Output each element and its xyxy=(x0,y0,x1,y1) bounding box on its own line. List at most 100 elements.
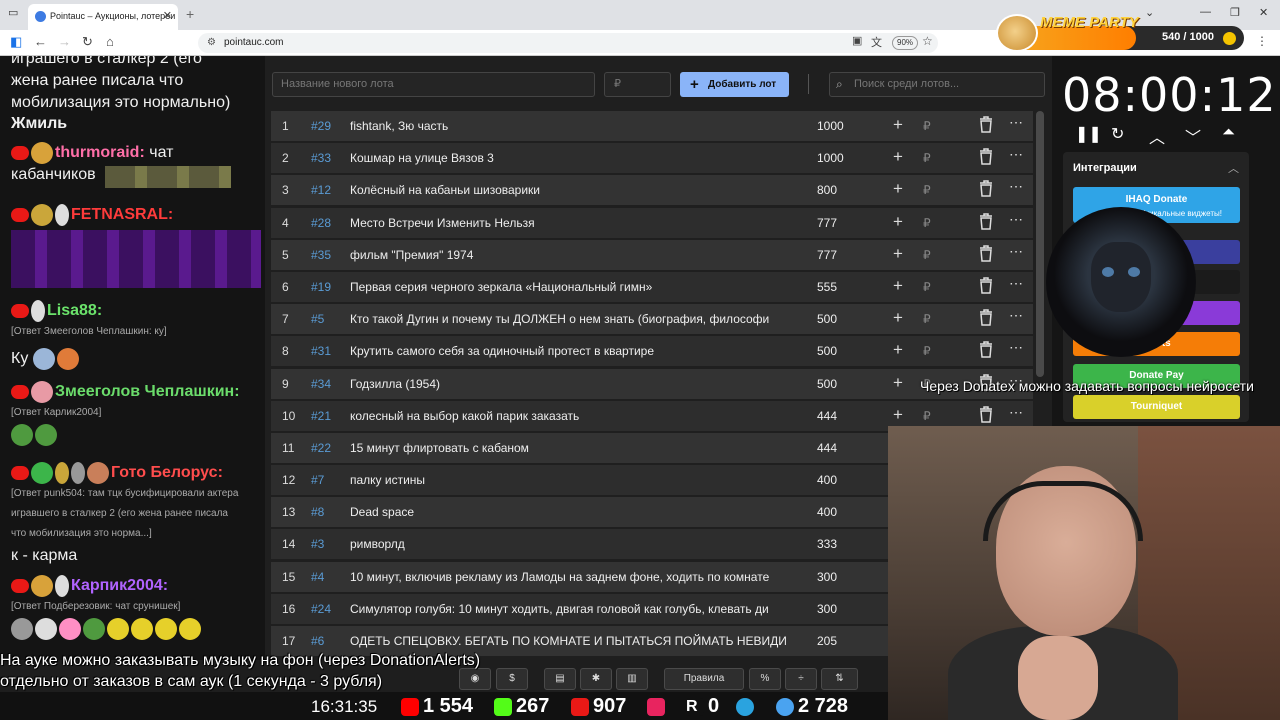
chat-nick[interactable]: thurmoraid: xyxy=(55,144,145,161)
zoom-level[interactable]: 90% xyxy=(892,36,919,50)
lot-name[interactable]: колесный на выбор какой парик заказать xyxy=(350,409,790,423)
translate-icon[interactable]: 文 xyxy=(871,34,882,50)
bug-icon[interactable]: ✱ xyxy=(580,668,612,690)
timer-up-icon[interactable]: ︿ xyxy=(1149,124,1165,148)
ruble-icon[interactable]: ₽ xyxy=(923,344,931,358)
lot-name[interactable]: ОДЕТЬ СПЕЦОВКУ. БЕГАТЬ ПО КОМНАТЕ И ПЫТА… xyxy=(350,634,790,648)
add-amount-icon[interactable]: + xyxy=(893,147,903,167)
back-icon[interactable]: ← xyxy=(34,34,47,49)
clear-list-icon[interactable]: ▥ xyxy=(616,668,648,690)
add-amount-icon[interactable]: + xyxy=(893,276,903,296)
lot-amount[interactable]: 300 xyxy=(817,602,837,616)
lot-id[interactable]: #28 xyxy=(311,216,331,230)
lot-search-input[interactable]: ⌕ Поиск среди лотов... xyxy=(829,72,1045,97)
more-options-icon[interactable]: ⋯ xyxy=(1009,211,1023,228)
pause-icon[interactable]: ❚❚ xyxy=(1075,124,1102,144)
lot-name[interactable]: Первая серия черного зеркала «Национальн… xyxy=(350,280,790,294)
close-window-icon[interactable]: ✕ xyxy=(1259,6,1268,19)
reload-icon[interactable]: ↻ xyxy=(82,34,93,50)
ruble-icon[interactable]: ₽ xyxy=(923,280,931,294)
split-icon[interactable]: ÷ xyxy=(785,668,817,690)
lot-row[interactable]: 6 #19 Первая серия черного зеркала «Национ… xyxy=(271,271,1033,302)
lot-id[interactable]: #4 xyxy=(311,570,324,584)
chat-nick[interactable]: Гото Белорус: xyxy=(111,464,223,481)
new-lot-input[interactable]: Название нового лота xyxy=(272,72,595,97)
donate-dollar-icon[interactable]: $ xyxy=(496,668,528,690)
add-amount-icon[interactable]: + xyxy=(893,179,903,199)
lot-name[interactable]: Место Встречи Изменить Нельзя xyxy=(350,216,790,230)
ruble-icon[interactable]: ₽ xyxy=(923,216,931,230)
lot-id[interactable]: #31 xyxy=(311,344,331,358)
lot-id[interactable]: #29 xyxy=(311,119,331,133)
sidebar-toggle-icon[interactable]: ◧ xyxy=(10,34,22,50)
lot-amount[interactable]: 777 xyxy=(817,248,837,262)
lot-name[interactable]: 15 минут флиртовать с кабаном xyxy=(350,441,790,455)
lot-amount[interactable]: 1000 xyxy=(817,119,844,133)
lot-id[interactable]: #24 xyxy=(311,602,331,616)
add-amount-icon[interactable]: + xyxy=(893,373,903,393)
more-options-icon[interactable]: ⋯ xyxy=(1009,307,1023,324)
lot-amount[interactable]: 800 xyxy=(817,183,837,197)
lot-name[interactable]: Кто такой Дугин и почему ты ДОЛЖЕН о нем… xyxy=(350,312,790,326)
add-amount-icon[interactable]: + xyxy=(893,212,903,232)
browser-tab[interactable]: Pointauc – Аукционы, лотереи ✕ xyxy=(28,4,178,30)
add-amount-icon[interactable]: + xyxy=(893,340,903,360)
delete-icon[interactable] xyxy=(978,245,994,263)
more-options-icon[interactable]: ⋯ xyxy=(1009,404,1023,421)
new-tab-icon[interactable]: + xyxy=(186,6,194,22)
lot-amount[interactable]: 400 xyxy=(817,505,837,519)
browser-menu-icon[interactable]: ⋮ xyxy=(1256,34,1268,48)
lot-amount[interactable]: 777 xyxy=(817,216,837,230)
lot-row[interactable]: 4 #28 Место Встречи Изменить Нельзя 777 + ₽ ⋯ xyxy=(271,207,1033,238)
add-amount-icon[interactable]: + xyxy=(893,308,903,328)
lot-row[interactable]: 8 #31 Крутить самого себя за одиночный про… xyxy=(271,336,1033,367)
lot-id[interactable]: #35 xyxy=(311,248,331,262)
lot-amount[interactable]: 400 xyxy=(817,473,837,487)
address-bar[interactable]: ⚙ pointauc.com xyxy=(198,33,938,53)
lot-name[interactable]: Крутить самого себя за одиночный протест… xyxy=(350,344,790,358)
bookmark-star-icon[interactable]: ☆ xyxy=(922,34,933,48)
lots-scrollbar[interactable] xyxy=(1036,111,1044,377)
save-icon[interactable]: ▤ xyxy=(544,668,576,690)
add-amount-icon[interactable]: + xyxy=(893,115,903,135)
timer-down-icon[interactable]: ﹀ xyxy=(1185,124,1201,148)
more-options-icon[interactable]: ⋯ xyxy=(1009,275,1023,292)
rules-button[interactable]: Правила xyxy=(664,668,744,690)
chat-nick[interactable]: FETNASRAL: xyxy=(71,206,173,223)
lot-name[interactable]: 10 минут, включив рекламу из Ламоды на з… xyxy=(350,570,790,584)
delete-icon[interactable] xyxy=(978,116,994,134)
more-options-icon[interactable]: ⋯ xyxy=(1009,146,1023,163)
lot-row[interactable]: 2 #33 Кошмар на улице Вязов 3 1000 + ₽ ⋯ xyxy=(271,143,1033,174)
lot-id[interactable]: #12 xyxy=(311,183,331,197)
lot-id[interactable]: #6 xyxy=(311,634,324,648)
reader-mode-icon[interactable]: ▣ xyxy=(852,34,862,47)
sort-icon[interactable]: ⇅ xyxy=(821,668,858,690)
lot-name[interactable]: fishtank, Зю часть xyxy=(350,119,790,133)
delete-icon[interactable] xyxy=(978,212,994,231)
lot-amount-input[interactable]: ₽ xyxy=(604,72,671,97)
delete-icon[interactable] xyxy=(978,405,994,424)
tab-menu-icon[interactable]: ▭ xyxy=(8,6,18,19)
add-amount-icon[interactable]: + xyxy=(893,244,903,264)
delete-icon[interactable] xyxy=(978,148,994,166)
lot-name[interactable]: Колёсный на кабаньи шизоварики xyxy=(350,183,790,197)
lot-amount[interactable]: 205 xyxy=(817,634,837,648)
reset-timer-icon[interactable]: ↻ xyxy=(1111,124,1124,144)
lot-id[interactable]: #8 xyxy=(311,505,324,519)
lot-id[interactable]: #3 xyxy=(311,537,324,551)
forward-icon[interactable]: → xyxy=(58,34,71,49)
lot-id[interactable]: #19 xyxy=(311,280,331,294)
lot-amount[interactable]: 555 xyxy=(817,280,837,294)
ruble-icon[interactable]: ₽ xyxy=(923,248,931,262)
lot-amount[interactable]: 300 xyxy=(817,570,837,584)
lot-name[interactable]: Кошмар на улице Вязов 3 xyxy=(350,151,790,165)
lot-id[interactable]: #7 xyxy=(311,473,324,487)
lot-row[interactable]: 5 #35 фильм "Премия" 1974 777 + ₽ ⋯ xyxy=(271,239,1033,270)
home-icon[interactable]: ⌂ xyxy=(106,34,114,49)
delete-icon[interactable] xyxy=(978,341,994,359)
delete-icon[interactable] xyxy=(978,277,994,295)
lot-amount[interactable]: 444 xyxy=(817,441,837,455)
lot-name[interactable]: палку истины xyxy=(350,473,790,487)
more-options-icon[interactable]: ⋯ xyxy=(1009,339,1023,356)
lot-name[interactable]: Симулятор голубя: 10 минут ходить, двига… xyxy=(350,602,790,616)
